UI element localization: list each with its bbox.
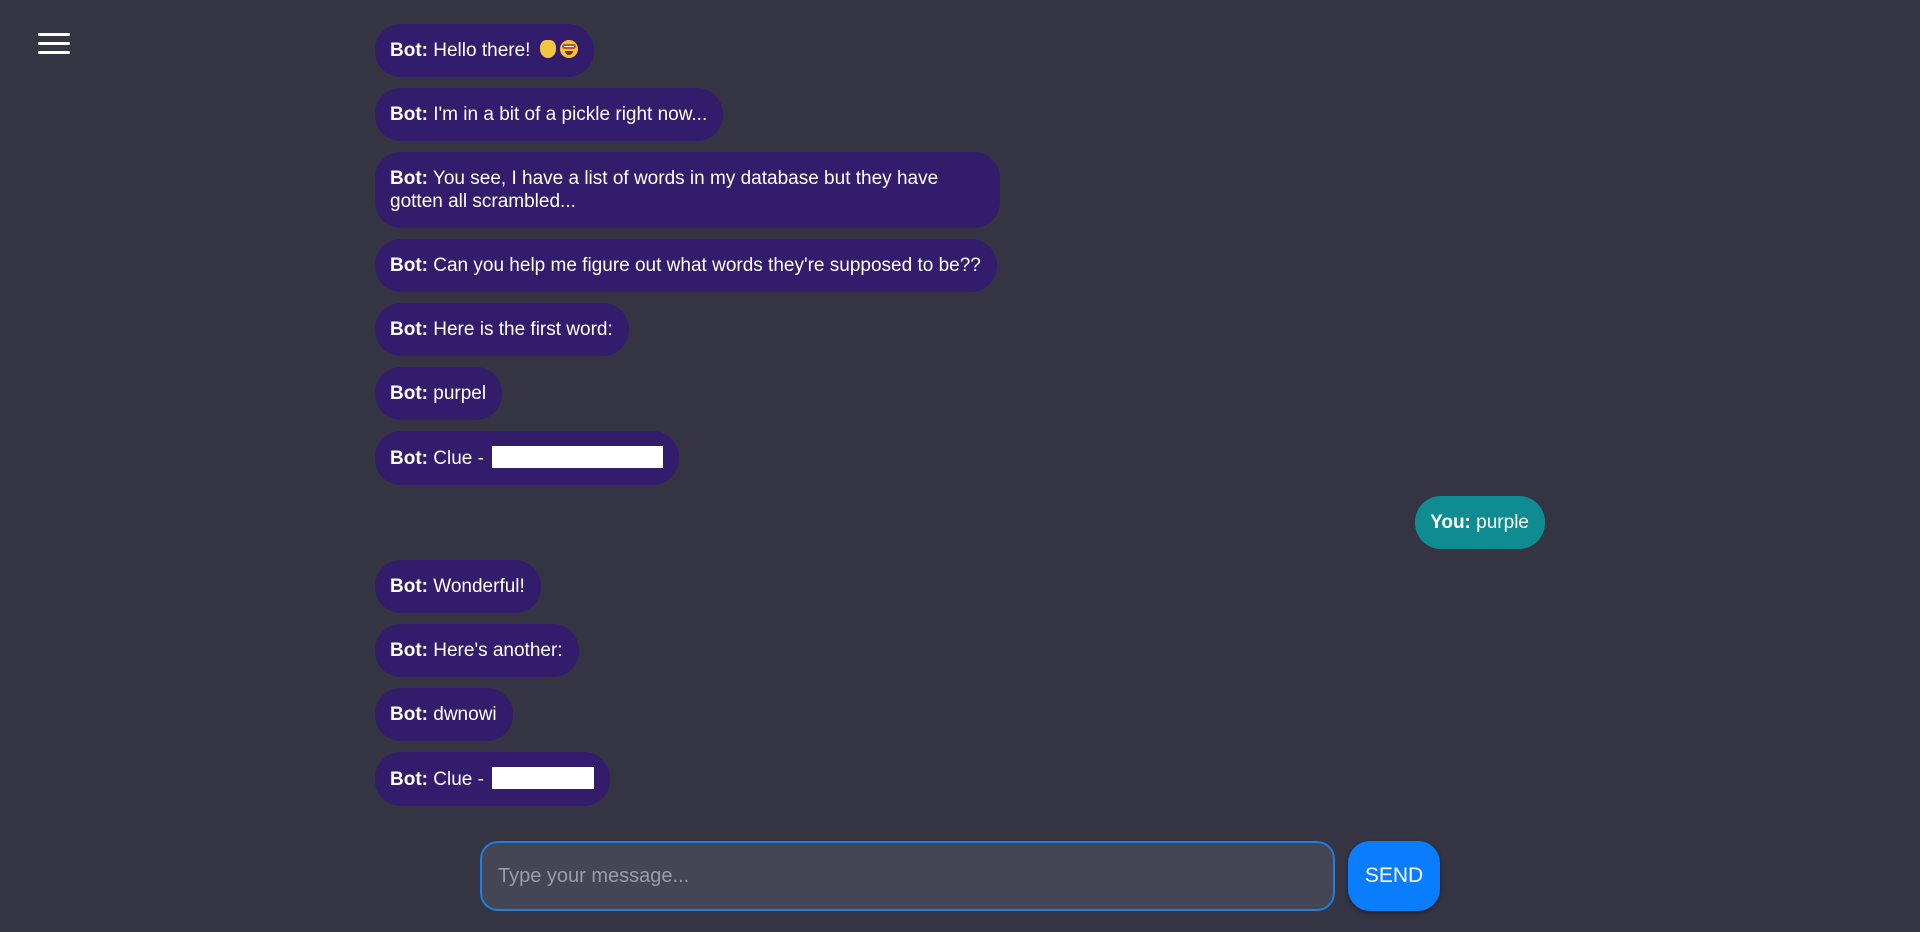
message-text: Here is the first word:	[433, 319, 613, 340]
chat-message-bot: Bot: Hello there!	[375, 24, 1545, 77]
chat-message-bot: Bot: You see, I have a list of words in …	[375, 152, 1545, 228]
clue-image	[492, 446, 664, 468]
message-sender: Bot:	[390, 40, 428, 61]
chat-message-bot: Bot: purpel	[375, 367, 1545, 420]
message-sender: Bot:	[390, 168, 428, 189]
message-bubble: Bot: Clue -	[375, 431, 680, 485]
message-sender: Bot:	[390, 640, 428, 661]
message-text: Here's another:	[433, 640, 563, 661]
message-sender: Bot:	[390, 383, 428, 404]
waving-hand-emoji-icon	[539, 40, 556, 58]
message-bubble: Bot: Can you help me figure out what wor…	[375, 239, 997, 292]
message-bubble: Bot: purpel	[375, 367, 503, 420]
message-sender: Bot:	[390, 704, 428, 725]
chat-message-bot: Bot: Here's another:	[375, 624, 1545, 677]
message-sender: Bot:	[390, 255, 428, 276]
message-sender: Bot:	[390, 448, 428, 469]
message-sender: Bot:	[390, 104, 428, 125]
chat-message-bot: Bot: Clue -	[375, 752, 1545, 806]
message-bubble: Bot: dwnowi	[375, 688, 513, 741]
menu-button[interactable]	[36, 30, 72, 58]
message-bubble: Bot: Hello there!	[375, 24, 594, 77]
message-text: Clue -	[433, 448, 484, 469]
chat-history: Bot: Hello there! Bot: I'm in a bit of a…	[375, 24, 1545, 817]
message-input[interactable]	[480, 841, 1335, 911]
message-sender: Bot:	[390, 576, 428, 597]
message-sender: Bot:	[390, 319, 428, 340]
message-text: purple	[1476, 512, 1529, 533]
grimacing-face-emoji-icon	[559, 40, 578, 58]
message-bubble: Bot: Here's another:	[375, 624, 579, 677]
chat-message-bot: Bot: I'm in a bit of a pickle right now.…	[375, 88, 1545, 141]
scrambled-word: purpel	[433, 383, 487, 404]
clue-image	[492, 767, 595, 789]
chat-message-bot: Bot: Clue -	[375, 431, 1545, 485]
message-bubble: You: purple	[1415, 496, 1545, 549]
message-bubble: Bot: Clue -	[375, 752, 611, 806]
scrambled-word: dwnowi	[433, 704, 497, 725]
message-bubble: Bot: Here is the first word:	[375, 303, 629, 356]
message-text: Clue -	[433, 769, 484, 790]
hamburger-menu-icon	[38, 33, 70, 36]
send-button[interactable]: SEND	[1348, 841, 1440, 911]
message-text: Wonderful!	[433, 576, 525, 597]
chat-message-bot: Bot: Wonderful!	[375, 560, 1545, 613]
chat-message-bot: Bot: Here is the first word:	[375, 303, 1545, 356]
message-text: Can you help me figure out what words th…	[433, 255, 981, 276]
chat-message-bot: Bot: dwnowi	[375, 688, 1545, 741]
message-sender: Bot:	[390, 769, 428, 790]
message-bubble: Bot: I'm in a bit of a pickle right now.…	[375, 88, 724, 141]
chat-message-bot: Bot: Can you help me figure out what wor…	[375, 239, 1545, 292]
message-bubble: Bot: You see, I have a list of words in …	[375, 152, 1000, 228]
message-text: You see, I have a list of words in my da…	[390, 168, 939, 212]
chat-message-user: You: purple	[375, 496, 1545, 549]
message-text: I'm in a bit of a pickle right now...	[433, 104, 708, 125]
message-composer: SEND	[480, 841, 1440, 911]
message-bubble: Bot: Wonderful!	[375, 560, 541, 613]
message-sender: You:	[1430, 512, 1471, 533]
message-text: Hello there!	[433, 40, 531, 61]
